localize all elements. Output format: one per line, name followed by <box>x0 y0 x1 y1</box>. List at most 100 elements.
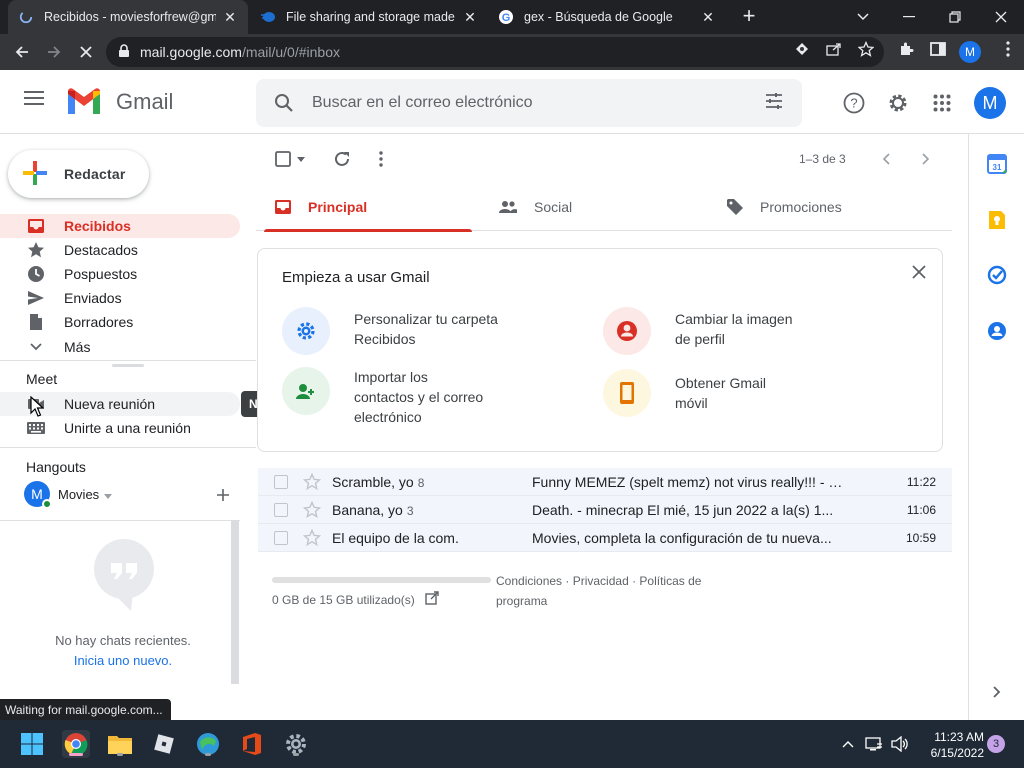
get-started-get-mobile[interactable]: Obtener Gmail móvil <box>603 369 785 417</box>
network-icon[interactable] <box>864 734 884 754</box>
sidebar-item-inbox[interactable]: Recibidos <box>0 214 240 238</box>
sidebar-item-sent[interactable]: Enviados <box>0 286 240 310</box>
category-tabs: Principal Social Promociones <box>256 183 952 232</box>
email-row[interactable]: El equipo de la com. Movies, completa la… <box>258 524 952 552</box>
browser-tab-google[interactable]: G gex - Búsqueda de Google ✕ <box>488 0 726 34</box>
tab-social[interactable]: Social <box>480 183 696 231</box>
tab-close-icon[interactable]: ✕ <box>222 9 238 26</box>
tasks-icon[interactable] <box>987 265 1007 285</box>
tab-promociones[interactable]: Promociones <box>708 183 944 231</box>
manage-storage-link-icon[interactable] <box>425 591 439 608</box>
back-button[interactable] <box>10 40 34 64</box>
email-checkbox[interactable] <box>274 503 288 517</box>
start-new-chat-link[interactable]: Inicia uno nuevo. <box>74 653 172 668</box>
address-bar[interactable]: mail.google.com/mail/u/0/#inbox <box>106 37 884 67</box>
import-contacts-icon <box>282 367 330 415</box>
get-started-change-photo[interactable]: Cambiar la imagen de perfil <box>603 307 795 355</box>
get-started-customize-inbox[interactable]: Personalizar tu carpeta Recibidos <box>282 307 504 355</box>
get-started-import-contacts[interactable]: Importar los contactos y el correo elect… <box>282 367 484 427</box>
help-icon[interactable]: ? <box>842 91 866 115</box>
file-explorer-icon[interactable] <box>106 730 134 758</box>
stop-loading-button[interactable] <box>74 40 98 64</box>
close-icon[interactable] <box>912 265 926 282</box>
newer-page-chevron-icon[interactable] <box>878 148 894 170</box>
expand-panel-chevron-icon[interactable] <box>987 682 1007 702</box>
email-row[interactable]: Scramble, yo 8 Funny MEMEZ (spelt memz) n… <box>258 468 952 496</box>
get-started-item-text: Personalizar tu carpeta Recibidos <box>354 311 498 347</box>
tab-close-icon[interactable]: ✕ <box>700 9 716 26</box>
new-chat-plus-icon[interactable] <box>216 488 230 505</box>
sidebar-item-more[interactable]: Más <box>0 335 240 359</box>
refresh-icon[interactable] <box>332 148 352 170</box>
settings-gear-icon[interactable] <box>886 91 910 115</box>
mediafire-favicon-icon <box>260 9 276 25</box>
older-page-chevron-icon[interactable] <box>918 148 934 170</box>
more-actions-icon[interactable] <box>376 148 386 170</box>
people-icon <box>498 200 518 214</box>
share-icon[interactable] <box>826 41 842 57</box>
gmail-logo[interactable]: Gmail <box>66 88 173 116</box>
extensions-puzzle-icon[interactable] <box>898 41 914 57</box>
email-subject: Funny MEMEZ (spelt memz) not virus reall… <box>532 474 844 490</box>
tray-overflow-chevron-icon[interactable] <box>838 734 858 754</box>
restore-window-button[interactable] <box>932 0 978 34</box>
close-window-button[interactable] <box>978 0 1024 34</box>
hangouts-user-row[interactable]: M Movies <box>24 481 113 509</box>
bookmark-star-icon[interactable] <box>858 41 874 57</box>
contacts-icon[interactable] <box>987 321 1007 341</box>
browser-tab-gmail[interactable]: Recibidos - moviesforfrew@gmail.com ✕ <box>8 0 248 34</box>
new-tab-button[interactable]: + <box>737 5 761 29</box>
taskbar-clock[interactable]: 11:23 AM 6/15/2022 <box>918 729 984 761</box>
select-menu-caret-icon[interactable] <box>296 148 306 170</box>
minimize-window-button[interactable] <box>886 0 932 34</box>
site-permissions-icon[interactable] <box>794 41 810 57</box>
apps-grid-icon[interactable] <box>930 91 954 115</box>
terms-link[interactable]: Condiciones <box>496 574 562 588</box>
sidebar-item-drafts[interactable]: Borradores <box>0 310 240 334</box>
windows-start-icon[interactable] <box>18 730 46 758</box>
search-options-icon[interactable] <box>764 91 784 114</box>
side-panel-icon[interactable] <box>930 41 946 57</box>
search-icon[interactable] <box>256 93 312 113</box>
tab-search-chevron-icon[interactable] <box>840 0 886 34</box>
search-bar[interactable] <box>256 79 802 127</box>
email-subject: Death. - minecrap El mié, 15 jun 2022 a … <box>532 502 834 518</box>
browser-menu-icon[interactable] <box>1000 41 1016 57</box>
star-outline-icon[interactable] <box>302 500 322 522</box>
keep-icon[interactable] <box>987 210 1007 230</box>
office-icon[interactable] <box>238 730 266 758</box>
email-row[interactable]: Banana, yo 3 Death. - minecrap El mié, 15… <box>258 496 952 524</box>
chat-panel: No hay chats recientes. Inicia uno nuevo… <box>0 520 240 690</box>
meet-join-meeting[interactable]: Unirte a una reunión <box>0 416 240 440</box>
status-dropdown-icon[interactable] <box>104 486 113 502</box>
notification-badge[interactable]: 3 <box>987 735 1005 753</box>
browser-tab-mediafire[interactable]: File sharing and storage made simple ✕ <box>250 0 488 34</box>
volume-icon[interactable] <box>890 734 910 754</box>
forward-button[interactable] <box>42 40 66 64</box>
account-avatar[interactable]: M <box>974 87 1006 119</box>
browser-app-icon[interactable] <box>194 730 222 758</box>
main-menu-icon[interactable] <box>24 90 48 114</box>
tab-close-icon[interactable]: ✕ <box>462 9 478 26</box>
email-checkbox[interactable] <box>274 475 288 489</box>
resize-handle[interactable] <box>112 364 144 367</box>
no-recent-chats-text: No hay chats recientes. <box>55 633 191 648</box>
sidebar-item-starred[interactable]: Destacados <box>0 238 240 262</box>
privacy-link[interactable]: Privacidad <box>573 574 629 588</box>
search-input[interactable] <box>312 94 742 112</box>
calendar-icon[interactable]: 31 <box>987 154 1007 174</box>
star-outline-icon[interactable] <box>302 528 322 550</box>
chrome-taskbar-icon[interactable] <box>62 730 90 758</box>
select-all-checkbox[interactable] <box>274 148 292 170</box>
lock-icon[interactable] <box>118 43 130 61</box>
sidebar-item-snoozed[interactable]: Pospuestos <box>0 262 240 286</box>
email-checkbox[interactable] <box>274 531 288 545</box>
browser-profile-avatar[interactable]: M <box>959 41 981 63</box>
compose-button[interactable]: Redactar <box>8 150 149 198</box>
settings-app-icon[interactable] <box>282 730 310 758</box>
clock-icon <box>26 265 46 283</box>
tab-principal[interactable]: Principal <box>256 183 472 232</box>
chat-scrollbar[interactable] <box>231 520 239 684</box>
star-outline-icon[interactable] <box>302 472 322 494</box>
roblox-icon[interactable] <box>150 730 178 758</box>
